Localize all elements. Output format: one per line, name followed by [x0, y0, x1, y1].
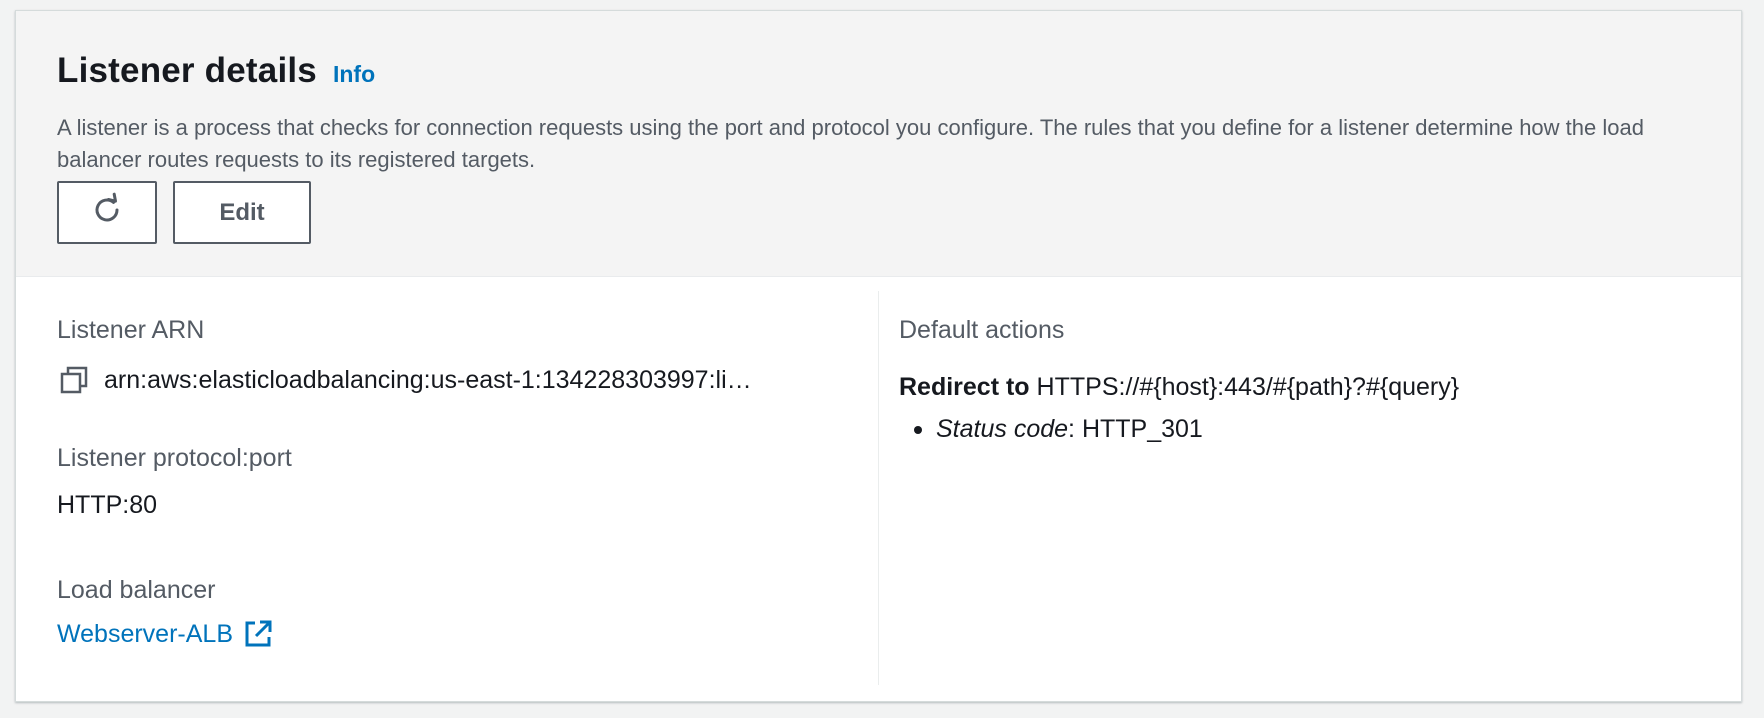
load-balancer-link[interactable]: Webserver-ALB	[57, 619, 273, 649]
status-code-value: HTTP_301	[1081, 415, 1203, 443]
listener-arn-row: arn:aws:elasticloadbalancing:us-east-1:1…	[57, 363, 849, 397]
page-title: Listener details	[57, 51, 317, 90]
status-code-key: Status code	[936, 415, 1069, 443]
load-balancer-link-text: Webserver-ALB	[57, 619, 233, 648]
bullet	[914, 425, 922, 434]
listener-details-panel: Listener details Info A listener is a pr…	[15, 10, 1742, 702]
status-code-item: Status code: HTTP_301	[914, 415, 1203, 444]
listener-arn-label: Listener ARN	[57, 316, 205, 344]
listener-protocol-label: Listener protocol:port	[57, 444, 292, 472]
edit-button-label: Edit	[219, 198, 265, 226]
external-link-icon	[243, 619, 273, 649]
copy-icon[interactable]	[57, 363, 91, 397]
refresh-icon	[89, 192, 125, 233]
redirect-target: HTTPS://#{host}:443/#{path}?#{query}	[1036, 373, 1460, 401]
redirect-prefix: Redirect to	[899, 373, 1030, 401]
info-link[interactable]: Info	[333, 61, 375, 88]
edit-button[interactable]: Edit	[173, 181, 311, 244]
panel-header: Listener details Info A listener is a pr…	[16, 11, 1741, 277]
column-divider	[878, 291, 879, 685]
default-actions-label: Default actions	[899, 316, 1065, 344]
listener-arn-value: arn:aws:elasticloadbalancing:us-east-1:1…	[104, 365, 752, 394]
load-balancer-label: Load balancer	[57, 576, 216, 604]
redirect-action: Redirect to HTTPS://#{host}:443/#{path}?…	[899, 373, 1459, 402]
description-text: A listener is a process that checks for …	[57, 115, 1644, 172]
status-code-separator: :	[1068, 415, 1082, 443]
listener-protocol-value: HTTP:80	[57, 491, 158, 519]
title-row: Listener details Info	[57, 51, 375, 91]
refresh-button[interactable]	[57, 181, 157, 244]
